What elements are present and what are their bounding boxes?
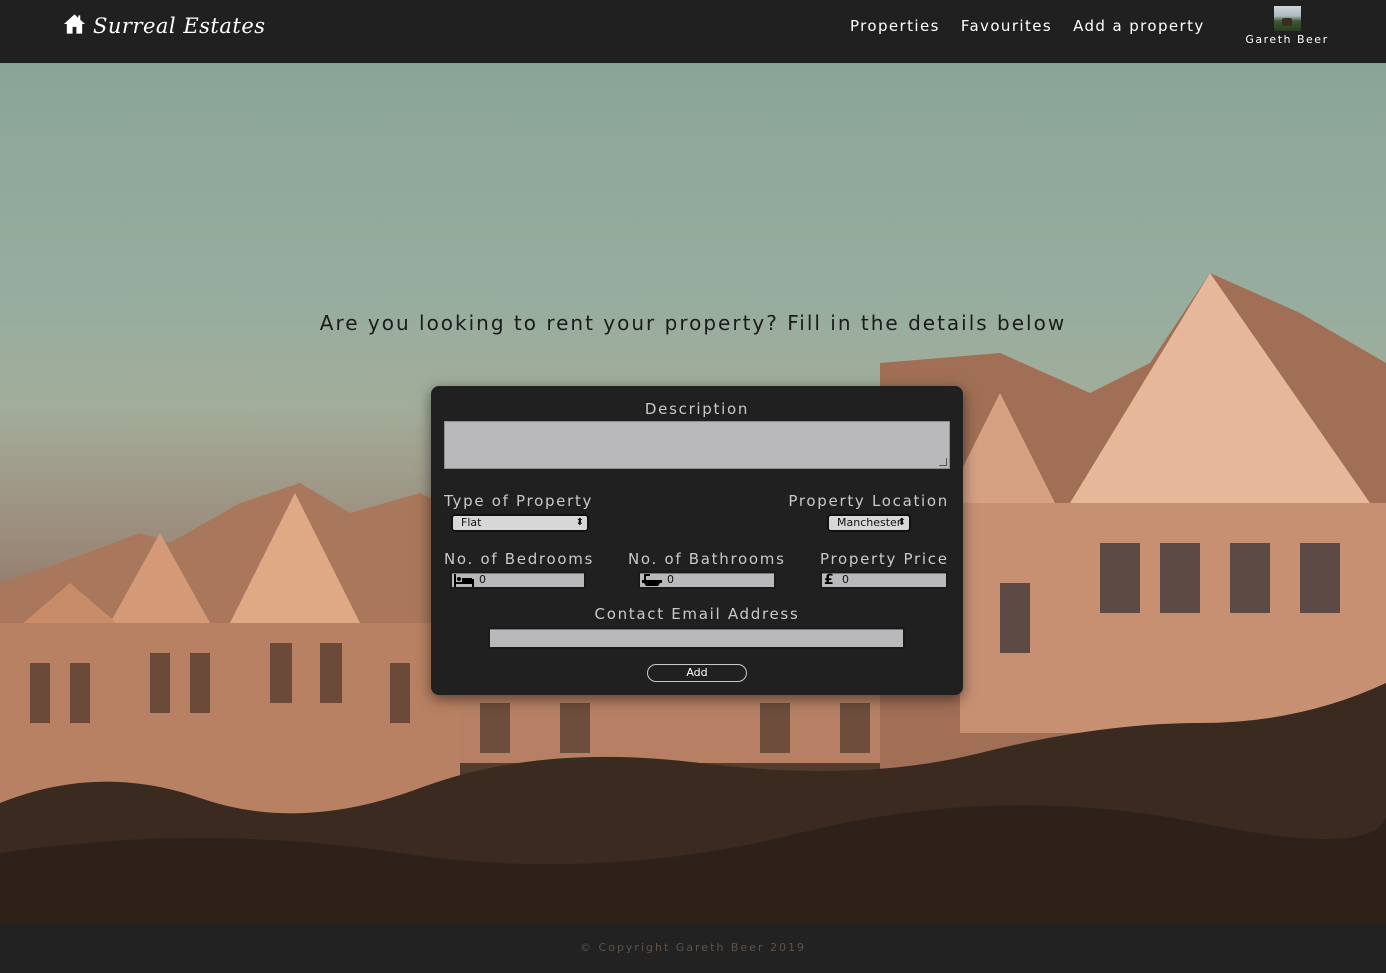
avatar	[1273, 6, 1301, 31]
bedrooms-label: No. of Bedrooms	[444, 550, 595, 568]
copyright-text: © Copyright Gareth Beer 2019	[580, 941, 806, 954]
price-value: 0	[842, 573, 849, 586]
add-property-form: Description Type of Property Flat Proper…	[431, 386, 963, 695]
property-location-select[interactable]: Manchester	[827, 514, 911, 532]
price-input[interactable]: £ 0	[820, 571, 948, 589]
email-label: Contact Email Address	[594, 605, 800, 623]
description-label: Description	[644, 400, 750, 418]
email-input[interactable]	[488, 627, 905, 649]
user-name: Gareth Beer	[1245, 33, 1329, 46]
bedrooms-input[interactable]: 0	[450, 571, 586, 589]
bath-icon	[642, 574, 662, 587]
user-menu[interactable]: Gareth Beer	[1240, 6, 1334, 46]
page-headline: Are you looking to rent your property? F…	[319, 311, 1067, 335]
nav-link-properties[interactable]: Properties	[850, 17, 940, 35]
bathrooms-input[interactable]: 0	[638, 571, 776, 589]
bedrooms-value: 0	[479, 573, 486, 586]
description-textarea[interactable]	[444, 421, 950, 469]
footer: © Copyright Gareth Beer 2019	[0, 924, 1386, 973]
hero-section: Are you looking to rent your property? F…	[0, 63, 1386, 924]
navbar: Surreal Estates Properties Favourites Ad…	[0, 0, 1386, 63]
property-location-label: Property Location	[788, 492, 949, 510]
property-type-label: Type of Property	[444, 492, 594, 510]
pound-sign-icon: £	[824, 572, 834, 588]
brand-link[interactable]: Surreal Estates	[63, 13, 266, 39]
bathrooms-label: No. of Bathrooms	[628, 550, 786, 568]
add-button[interactable]: Add	[647, 664, 747, 682]
home-icon	[63, 13, 86, 39]
property-type-select[interactable]: Flat	[451, 514, 589, 532]
price-label: Property Price	[820, 550, 949, 568]
nav-link-add-property[interactable]: Add a property	[1073, 17, 1205, 35]
bed-icon	[454, 574, 474, 587]
bathrooms-value: 0	[667, 573, 674, 586]
nav-links: Properties Favourites Add a property	[850, 17, 1205, 35]
nav-link-favourites[interactable]: Favourites	[961, 17, 1052, 35]
brand-name: Surreal Estates	[93, 14, 266, 38]
